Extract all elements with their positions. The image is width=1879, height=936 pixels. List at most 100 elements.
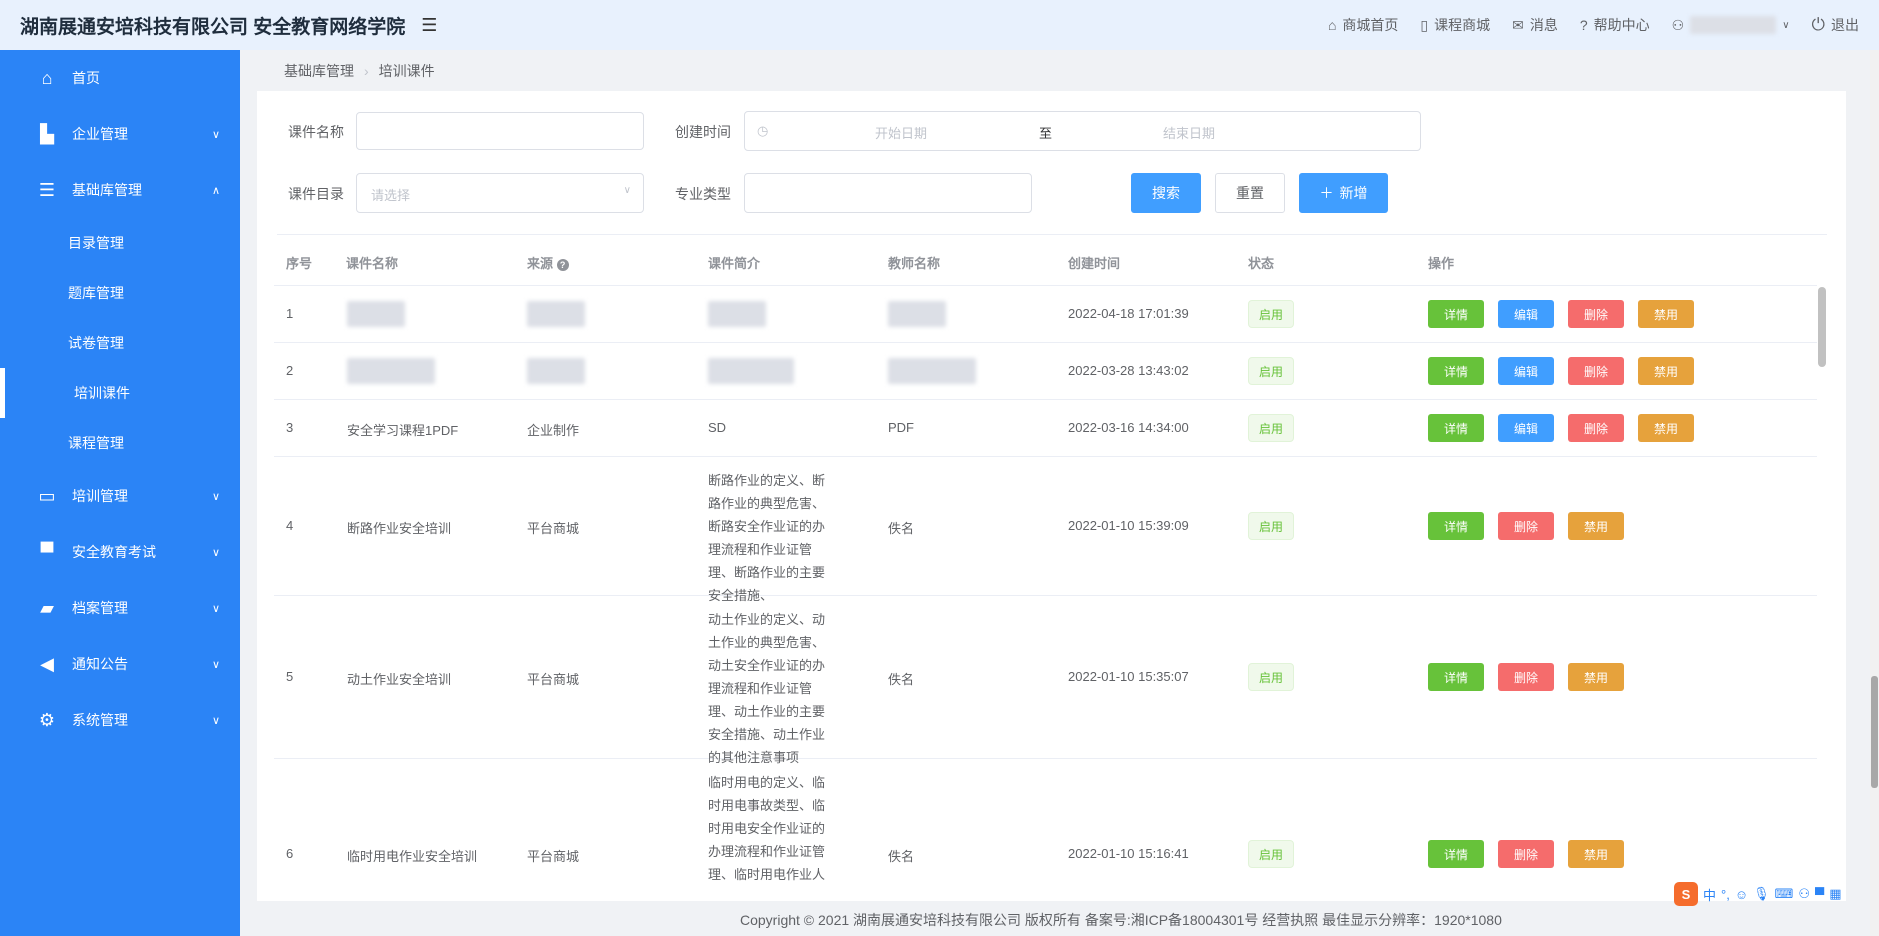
chevron-down-icon: ∨: [211, 128, 220, 141]
nav-shop-home[interactable]: ⌂ 商城首页: [1328, 15, 1398, 35]
sidebar-subitem-courseware[interactable]: 培训课件: [0, 368, 240, 418]
nav-label: 商城首页: [1342, 17, 1399, 33]
sidebar-item-enterprise[interactable]: ▙ 企业管理 ∨: [0, 106, 240, 162]
folder-icon: ▰: [40, 597, 54, 618]
delete-button[interactable]: 删除: [1498, 663, 1554, 691]
detail-button[interactable]: 详情: [1428, 414, 1484, 442]
disable-button[interactable]: 禁用: [1568, 840, 1624, 868]
chevron-down-icon: ∨: [211, 714, 220, 727]
microphone-icon[interactable]: 🎙: [1753, 886, 1770, 902]
start-date-input[interactable]: 开始日期: [875, 123, 927, 142]
catalog-select[interactable]: 请选择 ∨: [356, 173, 644, 213]
col-header-name: 课件名称: [346, 256, 399, 271]
major-type-label: 专业类型: [675, 186, 731, 202]
course-name-input[interactable]: [356, 112, 644, 150]
cell-source: 平台商城: [527, 672, 580, 687]
major-type-input[interactable]: [744, 173, 1032, 213]
sidebar-item-system[interactable]: ⚙ 系统管理 ∨: [0, 692, 240, 748]
sidebar-subitem-question-bank[interactable]: 题库管理: [0, 268, 240, 318]
ime-toolbar[interactable]: S 中 °, ☺ 🎙 ⌨ ⚇ ▀ ▦: [1674, 881, 1874, 907]
sidebar-item-archive[interactable]: ▰ 档案管理 ∨: [0, 580, 240, 636]
delete-button[interactable]: 删除: [1568, 414, 1624, 442]
col-header-teacher: 教师名称: [888, 256, 941, 271]
grid-icon[interactable]: ▦: [1829, 886, 1841, 902]
disable-button[interactable]: 禁用: [1638, 300, 1694, 328]
user-icon[interactable]: ⚇: [1798, 886, 1810, 902]
chevron-down-icon: ∨: [1782, 19, 1790, 31]
status-badge: 启用: [1248, 357, 1294, 385]
cell-teacher-redacted: [888, 301, 946, 327]
sidebar-subitem-course[interactable]: 课程管理: [0, 418, 240, 468]
brand-title: 湖南展通安培科技有限公司 安全教育网络学院: [20, 16, 406, 38]
cell-source-redacted: [527, 301, 585, 327]
sidebar-item-label: 档案管理: [72, 600, 128, 616]
detail-button[interactable]: 详情: [1428, 357, 1484, 385]
sidebar-subitem-catalog[interactable]: 目录管理: [0, 218, 240, 268]
question-circle-icon[interactable]: ?: [556, 259, 569, 271]
logout-button[interactable]: ⏻ 退出: [1812, 15, 1859, 35]
delete-button[interactable]: 删除: [1498, 840, 1554, 868]
chevron-right-icon: ›: [364, 63, 369, 79]
date-range-picker[interactable]: ◷ 开始日期 至 结束日期: [744, 111, 1421, 151]
nav-help-center[interactable]: ? 帮助中心: [1580, 15, 1650, 35]
detail-button[interactable]: 详情: [1428, 663, 1484, 691]
cell-teacher-redacted: [888, 358, 976, 384]
top-header: 湖南展通安培科技有限公司 安全教育网络学院 ☰ ⌂ 商城首页 ▯ 课程商城 ✉ 消息 …: [0, 0, 1879, 50]
status-badge: 启用: [1248, 414, 1294, 442]
disable-button[interactable]: 禁用: [1568, 512, 1624, 540]
delete-button[interactable]: 删除: [1568, 300, 1624, 328]
edit-button[interactable]: 编辑: [1498, 414, 1554, 442]
page-scroll-thumb[interactable]: [1871, 676, 1878, 788]
nav-messages[interactable]: ✉ 消息: [1512, 15, 1558, 35]
detail-button[interactable]: 详情: [1428, 840, 1484, 868]
disable-button[interactable]: 禁用: [1638, 414, 1694, 442]
cell-intro-redacted: [708, 358, 794, 384]
sidebar-item-label: 培训管理: [72, 488, 128, 504]
building-icon: ▙: [40, 123, 54, 144]
cell-created: 2022-03-28 13:43:02: [1068, 363, 1189, 378]
sidebar-item-training[interactable]: ▭ 培训管理 ∨: [0, 468, 240, 524]
disable-button[interactable]: 禁用: [1638, 357, 1694, 385]
detail-button[interactable]: 详情: [1428, 512, 1484, 540]
shirt-icon[interactable]: ▀: [1815, 887, 1824, 902]
speaker-icon: ◀: [40, 653, 54, 674]
reset-button[interactable]: 重置: [1215, 173, 1285, 213]
sidebar-item-home[interactable]: ⌂ 首页: [0, 50, 240, 106]
plus-icon: ＋: [1319, 185, 1334, 201]
sidebar-subitem-exam-paper[interactable]: 试卷管理: [0, 318, 240, 368]
sidebar-item-exam[interactable]: ▀ 安全教育考试 ∨: [0, 524, 240, 580]
cell-source: 企业制作: [527, 423, 580, 438]
sidebar-item-notice[interactable]: ◀ 通知公告 ∨: [0, 636, 240, 692]
end-date-input[interactable]: 结束日期: [1163, 123, 1215, 142]
search-button[interactable]: 搜索: [1131, 173, 1201, 213]
cell-name-redacted: [347, 358, 435, 384]
edit-button[interactable]: 编辑: [1498, 300, 1554, 328]
menu-collapse-icon[interactable]: ☰: [421, 15, 437, 36]
col-header-created: 创建时间: [1068, 256, 1121, 271]
add-button[interactable]: ＋ 新增: [1299, 173, 1388, 213]
breadcrumb: 基础库管理 › 培训课件: [284, 61, 435, 81]
edit-button[interactable]: 编辑: [1498, 357, 1554, 385]
ime-logo[interactable]: S: [1674, 882, 1698, 906]
delete-button[interactable]: 删除: [1498, 512, 1554, 540]
punctuation-icon[interactable]: °,: [1721, 887, 1730, 902]
table-scrollbar[interactable]: [1818, 287, 1826, 367]
ime-lang[interactable]: 中: [1703, 885, 1716, 904]
nav-course-shop[interactable]: ▯ 课程商城: [1420, 15, 1490, 35]
cell-teacher: 佚名: [888, 672, 915, 687]
user-menu[interactable]: ⚇ ∨: [1672, 16, 1790, 34]
shirt-icon: ▀: [40, 541, 54, 562]
chevron-down-icon: ∨: [211, 602, 220, 615]
emoji-icon[interactable]: ☺: [1735, 887, 1748, 902]
sidebar-item-base-library[interactable]: ☰ 基础库管理 ∧: [0, 162, 240, 218]
breadcrumb-parent[interactable]: 基础库管理: [284, 63, 354, 79]
delete-button[interactable]: 删除: [1568, 357, 1624, 385]
page-scrollbar[interactable]: [1870, 50, 1879, 936]
keyboard-icon[interactable]: ⌨: [1775, 886, 1794, 902]
top-nav: ⌂ 商城首页 ▯ 课程商城 ✉ 消息 ? 帮助中心 ⚇ ∨ ⏻ 退出: [1328, 0, 1859, 50]
detail-button[interactable]: 详情: [1428, 300, 1484, 328]
disable-button[interactable]: 禁用: [1568, 663, 1624, 691]
home-icon: ⌂: [41, 67, 53, 88]
table-row: 3 安全学习课程1PDF 企业制作 SD PDF 2022-03-16 14:3…: [274, 400, 1817, 457]
cell-teacher: 佚名: [888, 521, 915, 536]
